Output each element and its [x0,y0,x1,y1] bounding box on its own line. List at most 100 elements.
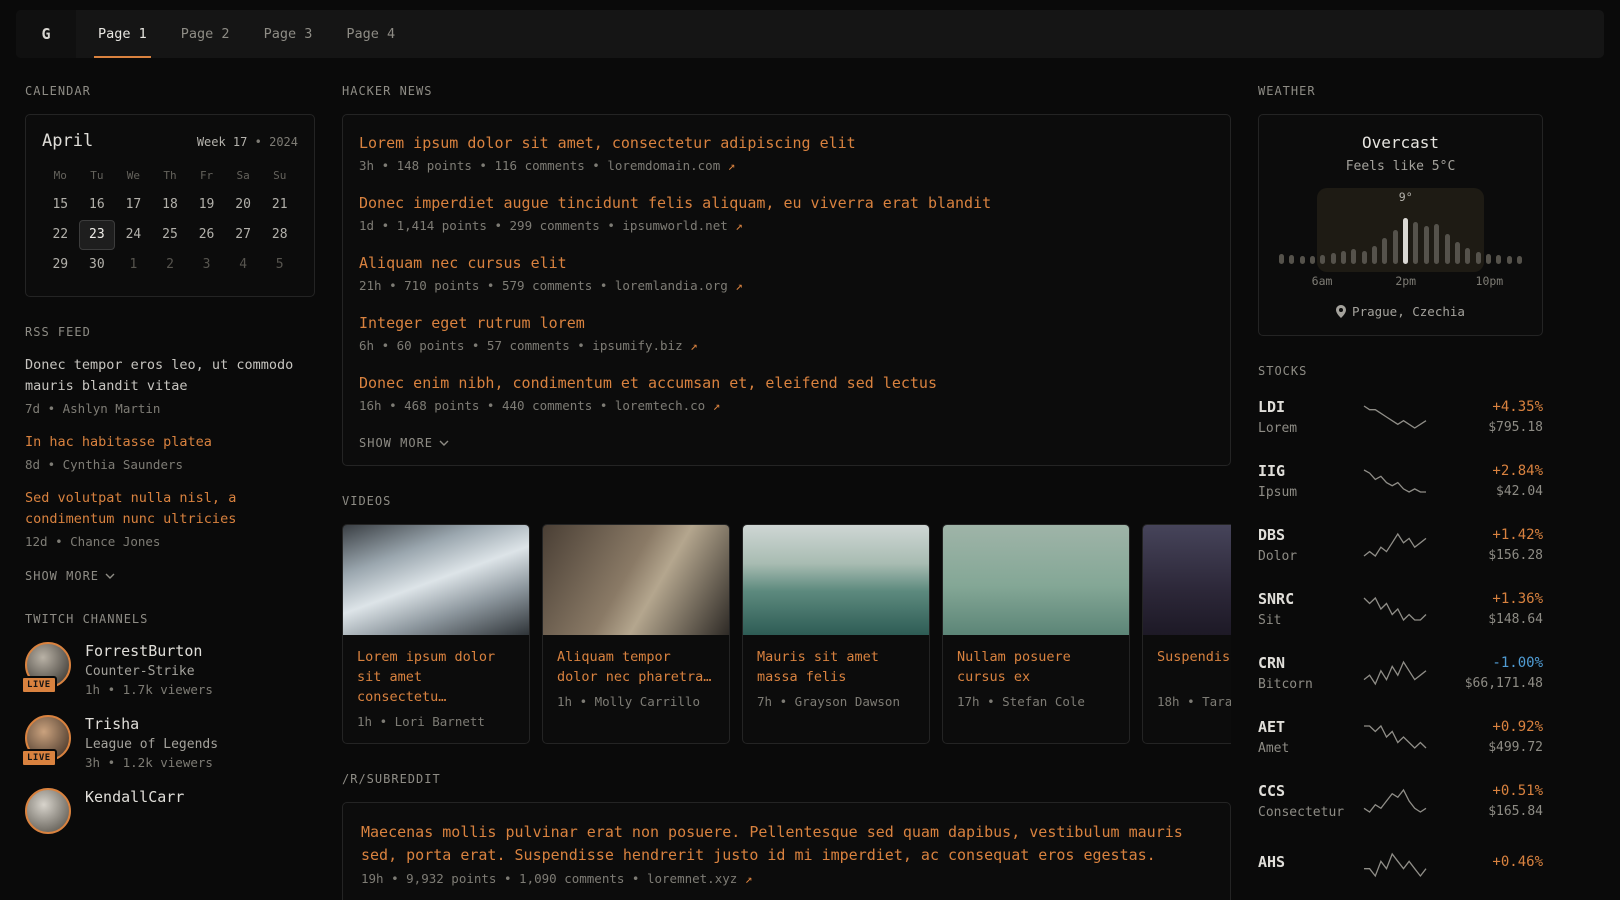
video-thumbnail[interactable] [1143,525,1231,635]
video-thumbnail[interactable] [943,525,1129,635]
hn-item-title[interactable]: Integer eget rutrum lorem [359,312,1214,334]
channel-name[interactable]: ForrestBurton [85,642,213,660]
calendar-weekday-label: We [115,165,152,190]
video-thumbnail[interactable] [743,525,929,635]
video-title[interactable]: Suspendisse diam [1157,647,1231,687]
video-body: Lorem ipsum dolor sit amet consectetu… 1… [343,635,529,743]
weather-hour-bar [1341,251,1346,264]
video-card[interactable]: Mauris sit amet massa felis 7h • Grayson… [742,524,930,744]
rss-item-title[interactable]: Donec tempor eros leo, ut commodo mauris… [25,355,315,397]
channel-avatar-image [25,788,71,834]
channel-game: League of Legends [85,737,218,752]
stock-ticker: DBS [1258,526,1362,544]
subreddit-post-title[interactable]: Maecenas mollis pulvinar erat non posuer… [361,821,1212,867]
tab-page-2[interactable]: Page 2 [177,10,234,58]
video-body: Mauris sit amet massa felis 7h • Grayson… [743,635,929,723]
avatar[interactable] [25,788,71,834]
hn-item: Integer eget rutrum lorem 6h • 60 points… [359,312,1214,353]
external-link-icon[interactable]: ↗ [713,398,721,413]
video-thumbnail[interactable] [543,525,729,635]
rss-show-more-button[interactable]: SHOW MORE [25,569,115,583]
video-card[interactable]: Nullam posuere cursus ex 17h • Stefan Co… [942,524,1130,744]
weather-feels-like: Feels like 5°C [1275,159,1526,174]
video-card[interactable]: Lorem ipsum dolor sit amet consectetu… 1… [342,524,530,744]
stock-sparkline [1362,852,1428,878]
hn-item-title[interactable]: Donec imperdiet augue tincidunt felis al… [359,192,1214,214]
tab-page-1[interactable]: Page 1 [94,10,151,58]
stock-values: +2.84% $42.04 [1492,463,1543,499]
calendar-day: 18 [152,190,189,220]
external-link-icon[interactable]: ↗ [728,158,736,173]
rss-item-title[interactable]: In hac habitasse platea [25,432,315,453]
stock-id: SNRC Sit [1258,590,1362,628]
weather-hour-bar [1517,256,1522,264]
app-logo[interactable]: G [16,10,76,58]
video-title[interactable]: Lorem ipsum dolor sit amet consectetu… [357,647,515,707]
tab-page-4[interactable]: Page 4 [342,10,399,58]
weather-hour-bar [1455,242,1460,264]
video-title[interactable]: Nullam posuere cursus ex [957,647,1115,687]
external-link-icon[interactable]: ↗ [690,338,698,353]
calendar-separator: • [255,135,262,149]
stock-row[interactable]: CCS Consectetur +0.51% $165.84 [1258,778,1543,823]
video-thumbnail[interactable] [343,525,529,635]
weather-hour-bar [1393,230,1398,264]
stock-row[interactable]: SNRC Sit +1.36% $148.64 [1258,586,1543,631]
twitch-widget-title: TWITCH CHANNELS [25,612,315,626]
stock-sparkline [1362,788,1428,814]
calendar-weekday-label: Mo [42,165,79,190]
stock-row[interactable]: CRN Bitcorn -1.00% $66,171.48 [1258,650,1543,695]
calendar-widget-title: CALENDAR [25,84,315,98]
stock-values: +0.92% $499.72 [1488,719,1543,755]
stock-row[interactable]: LDI Lorem +4.35% $795.18 [1258,394,1543,439]
twitch-channel[interactable]: KendallCarr [25,788,315,834]
hn-show-more-button[interactable]: SHOW MORE [359,436,449,450]
stocks-widget: STOCKS LDI Lorem +4.35% $795.18 IIG Ipsu… [1258,364,1543,887]
video-body: Suspendisse diam 18h • Tara [1143,635,1231,723]
video-title[interactable]: Mauris sit amet massa felis [757,647,915,687]
stock-values: +0.51% $165.84 [1488,783,1543,819]
video-title[interactable]: Aliquam tempor dolor nec pharetra… [557,647,715,687]
hn-item-title[interactable]: Donec enim nibh, condimentum et accumsan… [359,372,1214,394]
tab-page-3[interactable]: Page 3 [260,10,317,58]
stock-change: +0.46% [1492,854,1543,870]
stock-price: $148.64 [1488,612,1543,627]
weather-hour-bar [1496,255,1501,264]
rss-widget-title: RSS FEED [25,325,315,339]
twitch-channel[interactable]: LIVE ForrestBurton Counter-Strike 1h • 1… [25,642,315,697]
weather-hour-bar [1331,253,1336,264]
hn-item-meta-text: 6h • 60 points • 57 comments • ipsumify.… [359,338,683,353]
stock-sparkline [1362,724,1428,750]
stock-values: +4.35% $795.18 [1488,399,1543,435]
live-badge: LIVE [21,676,57,694]
avatar[interactable]: LIVE [25,715,71,761]
rss-item-title[interactable]: Sed volutpat nulla nisl, a condimentum n… [25,488,315,530]
stock-row[interactable]: AET Amet +0.92% $499.72 [1258,714,1543,759]
twitch-channel[interactable]: LIVE Trisha League of Legends 3h • 1.2k … [25,715,315,770]
calendar-year: 2024 [269,135,298,149]
stock-id: CRN Bitcorn [1258,654,1362,692]
hn-item-title[interactable]: Aliquam nec cursus elit [359,252,1214,274]
top-navigation-bar: G Page 1 Page 2 Page 3 Page 4 [16,10,1604,58]
rss-item: Sed volutpat nulla nisl, a condimentum n… [25,488,315,549]
stock-row[interactable]: IIG Ipsum +2.84% $42.04 [1258,458,1543,503]
video-card[interactable]: Aliquam tempor dolor nec pharetra… 1h • … [542,524,730,744]
external-link-icon[interactable]: ↗ [735,218,743,233]
video-meta: 1h • Molly Carrillo [557,694,715,709]
stock-row[interactable]: AHS +0.46% [1258,842,1543,887]
video-card[interactable]: Suspendisse diam 18h • Tara [1142,524,1231,744]
videos-widget: VIDEOS Lorem ipsum dolor sit amet consec… [342,494,1231,744]
center-column: HACKER NEWS Lorem ipsum dolor sit amet, … [342,84,1231,900]
stock-row[interactable]: DBS Dolor +1.42% $156.28 [1258,522,1543,567]
external-link-icon[interactable]: ↗ [735,278,743,293]
stock-ticker: AHS [1258,853,1362,871]
channel-name[interactable]: KendallCarr [85,788,184,806]
hn-item-title[interactable]: Lorem ipsum dolor sit amet, consectetur … [359,132,1214,154]
avatar[interactable]: LIVE [25,642,71,688]
weather-hour-bar [1507,256,1512,264]
calendar-day: 24 [115,220,152,250]
external-link-icon[interactable]: ↗ [745,871,753,886]
channel-name[interactable]: Trisha [85,715,218,733]
calendar-day: 16 [79,190,116,220]
rss-widget: RSS FEED Donec tempor eros leo, ut commo… [25,325,315,584]
